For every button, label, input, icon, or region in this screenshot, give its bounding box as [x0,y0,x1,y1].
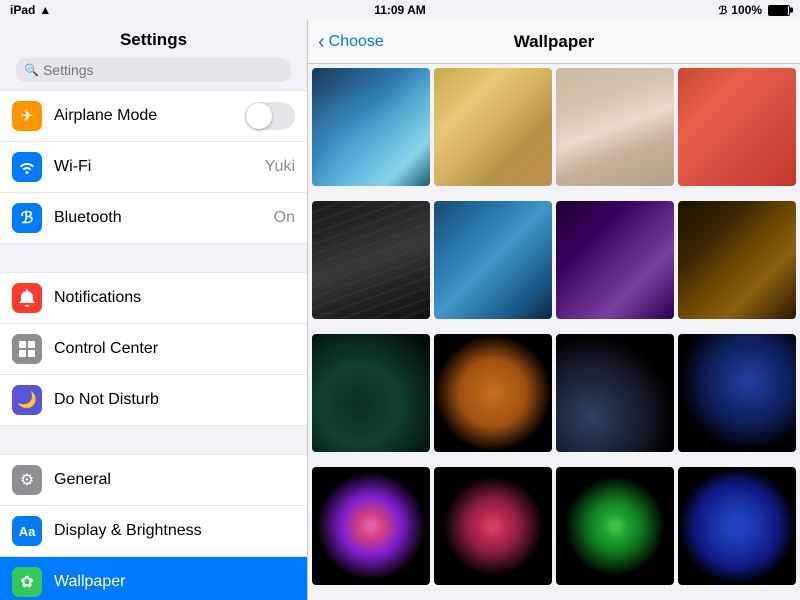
wallpaper-item[interactable] [556,68,674,186]
wallpaper-item[interactable] [678,334,796,452]
sidebar-item-general[interactable]: ⚙ General [0,454,307,506]
wifi-icon [12,152,42,182]
time-label: 11:09 AM [374,3,426,17]
search-icon: 🔍 [24,63,39,77]
search-bar[interactable]: 🔍 [16,58,291,82]
wallpaper-item[interactable] [434,334,552,452]
status-right: ℬ 100% [719,3,790,17]
wifi-label: Wi-Fi [54,158,265,176]
sidebar-item-bluetooth[interactable]: ℬ Bluetooth On [0,193,307,244]
search-input[interactable] [43,62,283,78]
back-button[interactable]: ‹ Choose [318,32,384,52]
right-panel: ‹ Choose Wallpaper [308,20,800,600]
notifications-icon [12,283,42,313]
bluetooth-setting-icon: ℬ [12,203,42,233]
wallpaper-label: Wallpaper [54,573,295,591]
settings-section-connectivity: ✈ Airplane Mode Wi-Fi Yuki [0,90,307,244]
do-not-disturb-label: Do Not Disturb [54,391,295,409]
sidebar-item-wifi[interactable]: Wi-Fi Yuki [0,142,307,193]
display-brightness-label: Display & Brightness [54,522,295,540]
wallpaper-item[interactable] [434,68,552,186]
control-center-icon [12,334,42,364]
settings-section-system: Notifications Control Center 🌙 [0,272,307,426]
sidebar-header: Settings 🔍 [0,20,307,90]
sidebar-item-do-not-disturb[interactable]: 🌙 Do Not Disturb [0,375,307,426]
airplane-mode-label: Airplane Mode [54,107,245,125]
wallpaper-item[interactable] [556,201,674,319]
display-brightness-icon: Aa [12,516,42,546]
sidebar-item-display-brightness[interactable]: Aa Display & Brightness [0,506,307,557]
right-header: ‹ Choose Wallpaper [308,20,800,64]
wallpaper-grid [308,64,800,600]
sidebar-item-airplane-mode[interactable]: ✈ Airplane Mode [0,90,307,142]
control-center-label: Control Center [54,340,295,358]
carrier-label: iPad [10,3,35,17]
settings-section-device: ⚙ General Aa Display & Brightness ✿ Wall… [0,454,307,600]
bluetooth-label: Bluetooth [54,209,274,227]
wallpaper-icon: ✿ [12,567,42,597]
sidebar-title: Settings [16,30,291,50]
wallpaper-item[interactable] [312,201,430,319]
airplane-mode-toggle[interactable] [245,102,295,130]
right-panel-title: Wallpaper [514,32,595,52]
sidebar: Settings 🔍 ✈ Airplane Mode [0,20,308,600]
status-left: iPad ▲ [10,3,51,17]
wallpaper-item[interactable] [312,68,430,186]
settings-list: ✈ Airplane Mode Wi-Fi Yuki [0,90,307,600]
wallpaper-item[interactable] [678,201,796,319]
notifications-label: Notifications [54,289,295,307]
section-separator-1 [0,244,307,272]
wallpaper-item[interactable] [434,201,552,319]
status-bar: iPad ▲ 11:09 AM ℬ 100% [0,0,800,20]
wifi-status-icon: ▲ [39,3,51,17]
main-layout: Settings 🔍 ✈ Airplane Mode [0,20,800,600]
general-label: General [54,471,295,489]
airplane-mode-icon: ✈ [12,101,42,131]
sidebar-item-control-center[interactable]: Control Center [0,324,307,375]
wallpaper-item[interactable] [678,467,796,585]
wallpaper-item[interactable] [312,467,430,585]
section-separator-2 [0,426,307,454]
back-chevron-icon: ‹ [318,32,325,52]
general-icon: ⚙ [12,465,42,495]
status-center: 11:09 AM [374,3,426,17]
wallpaper-item[interactable] [556,467,674,585]
battery-icon [768,5,790,16]
battery-label: 100% [731,3,762,17]
sidebar-item-wallpaper[interactable]: ✿ Wallpaper [0,557,307,600]
bluetooth-icon: ℬ [719,4,728,17]
wallpaper-item[interactable] [434,467,552,585]
wallpaper-item[interactable] [312,334,430,452]
back-label: Choose [329,33,384,51]
sidebar-item-notifications[interactable]: Notifications [0,272,307,324]
wallpaper-item[interactable] [678,68,796,186]
wallpaper-item[interactable] [556,334,674,452]
wifi-value: Yuki [265,158,295,176]
bluetooth-value: On [274,209,295,227]
do-not-disturb-icon: 🌙 [12,385,42,415]
